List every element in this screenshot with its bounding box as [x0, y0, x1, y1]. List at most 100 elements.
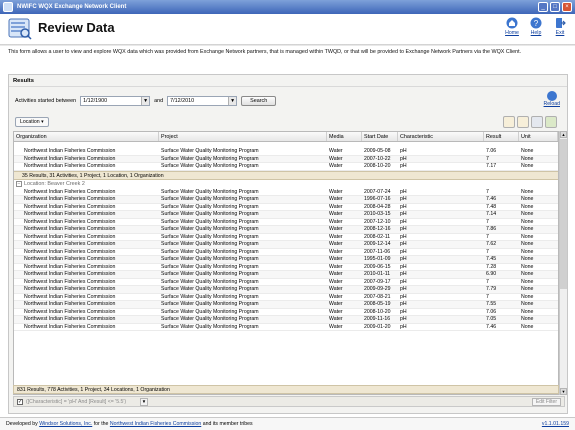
table-row[interactable]: Northwest Indian Fisheries Commission Sur… — [14, 286, 558, 294]
table-row[interactable]: Northwest Indian Fisheries Commission Sur… — [14, 211, 558, 219]
cell-project: Surface Water Quality Monitoring Program — [161, 148, 259, 154]
table-row[interactable]: Northwest Indian Fisheries Commission Sur… — [14, 256, 558, 264]
table-row[interactable]: Northwest Indian Fisheries Commission Sur… — [14, 188, 558, 196]
group-header-beaver-creek[interactable]: − Location: Beaver Creek 2 — [14, 180, 558, 189]
print-icon[interactable] — [531, 116, 543, 128]
column-header-media[interactable]: Media — [327, 132, 362, 141]
cell-organization: Northwest Indian Fisheries Commission — [24, 316, 116, 322]
cell-characteristic: pH — [400, 241, 407, 247]
table-row[interactable]: Northwest Indian Fisheries Commission Sur… — [14, 301, 558, 309]
cell-result: 7 — [486, 248, 489, 255]
filter-expression[interactable]: ([Characteristic] = 'pH' And [Result] <=… — [26, 398, 126, 406]
grid-scrollbar[interactable]: ▲ ▼ — [559, 131, 567, 395]
cell-organization: Northwest Indian Fisheries Commission — [24, 188, 116, 195]
help-icon: ? — [530, 17, 542, 29]
group-by-label: Location — [20, 119, 40, 125]
table-row[interactable]: Northwest Indian Fisheries Commission Sur… — [14, 241, 558, 249]
cell-result: 7.79 — [486, 286, 497, 292]
developer-link[interactable]: Windsor Solutions, Inc. — [39, 421, 92, 427]
close-icon[interactable]: × — [562, 2, 572, 12]
report-icon[interactable] — [517, 116, 529, 128]
table-row[interactable]: Northwest Indian Fisheries Commission Sur… — [14, 226, 558, 234]
chevron-down-icon[interactable]: ▼ — [141, 97, 150, 105]
excel-icon[interactable] — [545, 116, 557, 128]
export-icon[interactable] — [503, 116, 515, 128]
table-row[interactable]: Northwest Indian Fisheries Commission Sur… — [14, 316, 558, 324]
partner-link[interactable]: Northwest Indian Fisheries Commission — [110, 421, 201, 427]
filter-enabled-checkbox[interactable]: ✓ — [17, 399, 23, 405]
table-row[interactable]: Northwest Indian Fisheries Commission Sur… — [14, 233, 558, 241]
results-panel: Results Activities started between 1/12/… — [8, 74, 568, 414]
column-header-characteristic[interactable]: Characteristic — [398, 132, 484, 141]
table-row[interactable]: Northwest Indian Fisheries Commission Sur… — [14, 271, 558, 279]
cell-project: Surface Water Quality Monitoring Program — [161, 293, 259, 300]
table-row[interactable]: Northwest Indian Fisheries Commission Sur… — [14, 196, 558, 204]
minimize-icon[interactable]: _ — [538, 2, 548, 12]
edit-filter-button[interactable]: Edit Filter — [531, 398, 561, 406]
search-button[interactable]: Search — [241, 96, 277, 106]
start-date-picker[interactable]: 1/12/1900 ▼ — [80, 96, 151, 106]
cell-result: 7.14 — [486, 211, 497, 217]
end-date-picker[interactable]: 7/12/2010 ▼ — [167, 96, 238, 106]
version-link[interactable]: v1.1.01.159 — [542, 418, 569, 430]
column-header-organization[interactable]: Organization — [14, 132, 159, 141]
maximize-icon[interactable]: □ — [550, 2, 560, 12]
cell-organization: Northwest Indian Fisheries Commission — [24, 308, 116, 315]
cell-unit: None — [521, 308, 534, 315]
cell-characteristic: pH — [400, 163, 407, 169]
cell-characteristic: pH — [400, 155, 407, 162]
cell-start-date: 2007-08-21 — [364, 293, 391, 300]
cell-project: Surface Water Quality Monitoring Program — [161, 211, 259, 217]
app-icon — [3, 2, 13, 12]
column-header-start-date[interactable]: Start Date — [362, 132, 398, 141]
column-header-result[interactable]: Result — [484, 132, 519, 141]
table-row[interactable]: Northwest Indian Fisheries Commission Sur… — [14, 278, 558, 286]
table-row[interactable]: Northwest Indian Fisheries Commission Sur… — [14, 264, 558, 271]
cell-organization: Northwest Indian Fisheries Commission — [24, 293, 116, 300]
reload-label[interactable]: Reload — [544, 101, 560, 107]
nav-exit[interactable]: Exit — [551, 17, 569, 36]
table-row[interactable]: Northwest Indian Fisheries Commission Sur… — [14, 204, 558, 211]
table-row[interactable]: Northwest Indian Fisheries Commission Sur… — [14, 293, 558, 301]
table-row[interactable]: Northwest Indian Fisheries Commission Sur… — [14, 248, 558, 256]
cell-media: Water — [329, 155, 343, 162]
cell-unit: None — [521, 196, 534, 202]
cell-result: 7 — [486, 233, 489, 240]
chevron-down-icon[interactable]: ▼ — [228, 97, 237, 105]
nav-home[interactable]: Home — [503, 17, 521, 36]
cell-characteristic: pH — [400, 316, 407, 322]
table-row[interactable]: Northwest Indian Fisheries Commission Sur… — [14, 163, 558, 171]
cell-unit: None — [521, 188, 534, 195]
results-grid[interactable]: Organization Project Media Start Date Ch… — [13, 131, 559, 395]
nav-help[interactable]: ? Help — [527, 17, 545, 36]
scroll-down-icon[interactable]: ▼ — [560, 388, 567, 395]
cell-media: Water — [329, 301, 343, 307]
nav-help-label[interactable]: Help — [531, 30, 542, 36]
column-header-unit[interactable]: Unit — [519, 132, 558, 141]
cell-start-date: 2009-11-16 — [364, 316, 391, 322]
scroll-thumb[interactable] — [560, 139, 567, 289]
cell-unit: None — [521, 248, 534, 255]
group-by-location-button[interactable]: Location ▾ — [15, 117, 49, 127]
cell-start-date: 2010-01-11 — [364, 271, 391, 277]
table-row[interactable]: Northwest Indian Fisheries Commission Sur… — [14, 308, 558, 316]
cell-unit: None — [521, 226, 534, 232]
cell-media: Water — [329, 241, 343, 247]
scroll-up-icon[interactable]: ▲ — [560, 131, 567, 138]
table-row[interactable]: Northwest Indian Fisheries Commission Sur… — [14, 219, 558, 226]
cell-project: Surface Water Quality Monitoring Program — [161, 241, 259, 247]
table-row[interactable]: Northwest Indian Fisheries Commission Sur… — [14, 323, 558, 331]
reload-button[interactable]: Reload — [544, 91, 560, 107]
cell-media: Water — [329, 278, 343, 285]
column-header-project[interactable]: Project — [159, 132, 327, 141]
table-row[interactable]: Northwest Indian Fisheries Commission Sur… — [14, 155, 558, 163]
svg-text:?: ? — [534, 19, 539, 28]
cell-result: 7.06 — [486, 308, 497, 315]
table-row[interactable]: Northwest Indian Fisheries Commission Sur… — [14, 148, 558, 156]
chevron-down-icon[interactable]: ▼ — [140, 398, 148, 406]
window-titlebar: NWIFC WQX Exchange Network Client _ □ × — [0, 0, 575, 14]
collapse-icon[interactable]: − — [16, 181, 22, 187]
nav-exit-label[interactable]: Exit — [556, 30, 565, 36]
nav-home-label[interactable]: Home — [505, 30, 519, 36]
cell-unit: None — [521, 323, 534, 330]
